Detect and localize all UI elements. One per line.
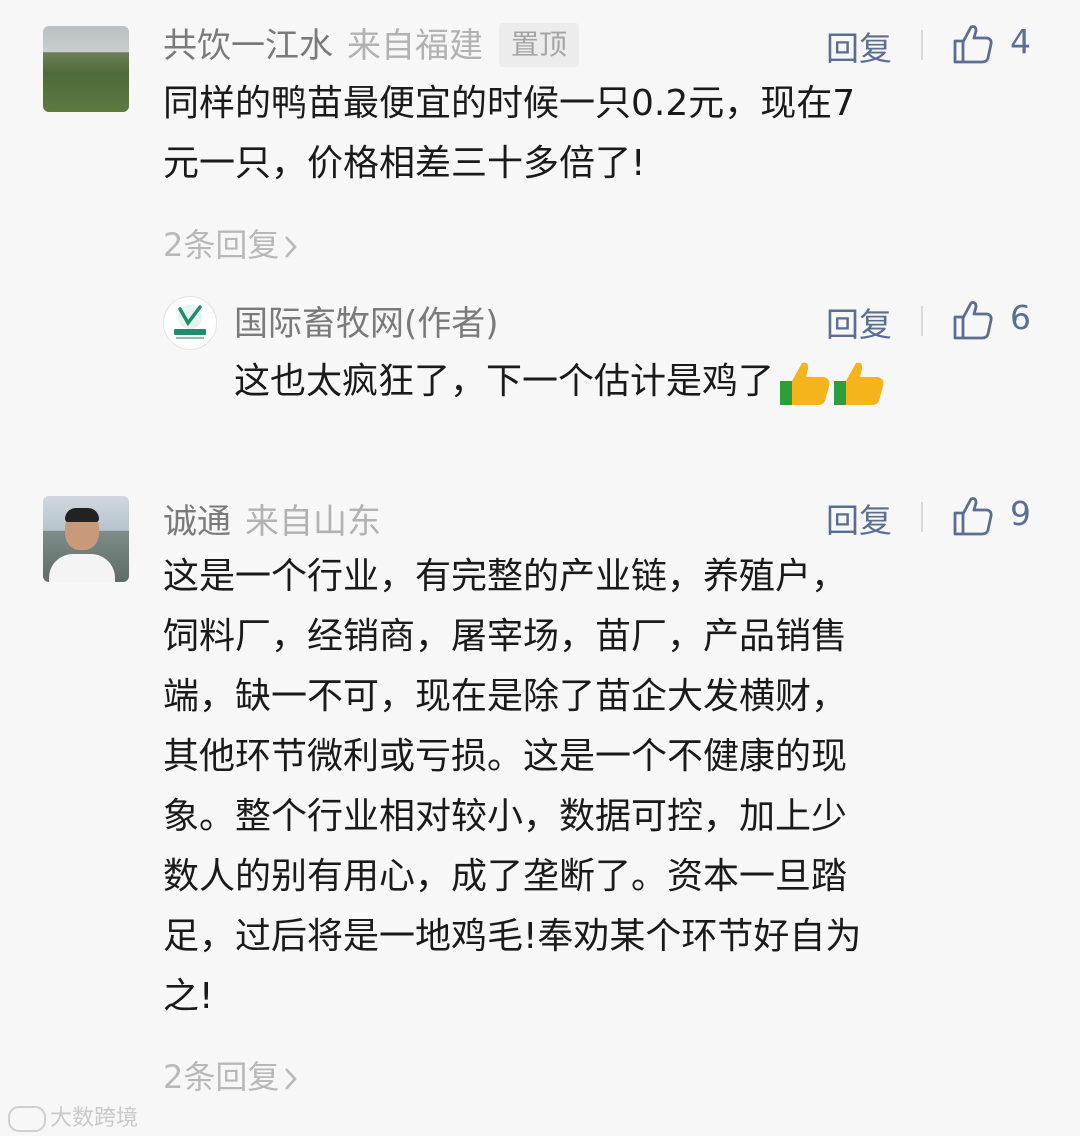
like-count: 9: [1010, 494, 1031, 533]
reply-text: 这也太疯狂了，下一个估计是鸡了: [234, 361, 775, 402]
thumbs-up-icon[interactable]: [951, 494, 995, 538]
text-line: 端，缺一不可，现在是除了苗企大发横财，: [163, 676, 848, 717]
view-replies-label: 2条回复: [163, 226, 280, 264]
thumbs-up-emoji: [834, 362, 884, 405]
text-line: 其他环节微利或亏损。这是一个不健康的现: [163, 736, 848, 777]
comment-text: 这是一个行业，有完整的产业链，养殖户， 饲料厂，经销商，屠宰场，苗厂，产品销售 …: [163, 547, 861, 1027]
location-label: 来自山东: [245, 502, 381, 542]
text-line: 元一只，价格相差三十多倍了!: [163, 143, 646, 184]
watermark-text: 大数跨境: [50, 1106, 139, 1131]
thumbs-up-emoji: [780, 362, 830, 405]
divider: [921, 306, 923, 336]
text-line: 象。整个行业相对较小，数据可控，加上少: [163, 796, 848, 837]
thumbs-up-icon[interactable]: [951, 22, 995, 66]
avatar[interactable]: [43, 26, 129, 112]
comment-text: 同样的鸭苗最便宜的时候一只0.2元，现在7 元一只，价格相差三十多倍了!: [163, 74, 855, 194]
view-replies-link[interactable]: 2条回复: [163, 220, 299, 266]
comment-author[interactable]: 共饮一江水 来自福建 置顶: [163, 18, 580, 70]
reply-button[interactable]: 回复: [826, 494, 892, 542]
author-name[interactable]: 共饮一江水: [163, 26, 333, 66]
like-count: 6: [1010, 298, 1031, 337]
text-line: 数人的别有用心，成了垄断了。资本一旦踏: [163, 856, 848, 897]
text-line: 饲料厂，经销商，屠宰场，苗厂，产品销售: [163, 616, 848, 657]
text-line: 这是一个行业，有完整的产业链，养殖户，: [163, 556, 848, 597]
location-label: 来自福建: [347, 26, 483, 66]
comment-author[interactable]: 诚通 来自山东: [163, 494, 381, 543]
avatar[interactable]: [43, 496, 129, 582]
text-line: 之!: [163, 976, 214, 1017]
chevron-right-icon: [285, 1068, 298, 1090]
view-replies-link[interactable]: 2条回复: [163, 1052, 299, 1098]
like-count: 4: [1010, 22, 1031, 61]
chevron-right-icon: [285, 236, 298, 258]
reply-button[interactable]: 回复: [826, 298, 892, 346]
thumbs-up-icon[interactable]: [951, 298, 995, 342]
comment-text: 这也太疯狂了，下一个估计是鸡了: [234, 352, 886, 412]
avatar[interactable]: [163, 296, 217, 350]
author-name[interactable]: 诚通: [163, 502, 231, 542]
pinned-badge: 置顶: [499, 22, 580, 67]
divider: [921, 502, 923, 532]
watermark: 大数跨境: [8, 1100, 138, 1132]
watermark-icon: [8, 1106, 46, 1132]
divider: [921, 30, 923, 60]
logo-icon: [174, 305, 206, 339]
text-line: 足，过后将是一地鸡毛!奉劝某个环节好自为: [163, 916, 862, 957]
view-replies-label: 2条回复: [163, 1058, 280, 1096]
comment-author[interactable]: 国际畜牧网(作者): [234, 296, 499, 345]
reply-button[interactable]: 回复: [826, 22, 892, 70]
text-line: 同样的鸭苗最便宜的时候一只0.2元，现在7: [163, 83, 856, 124]
